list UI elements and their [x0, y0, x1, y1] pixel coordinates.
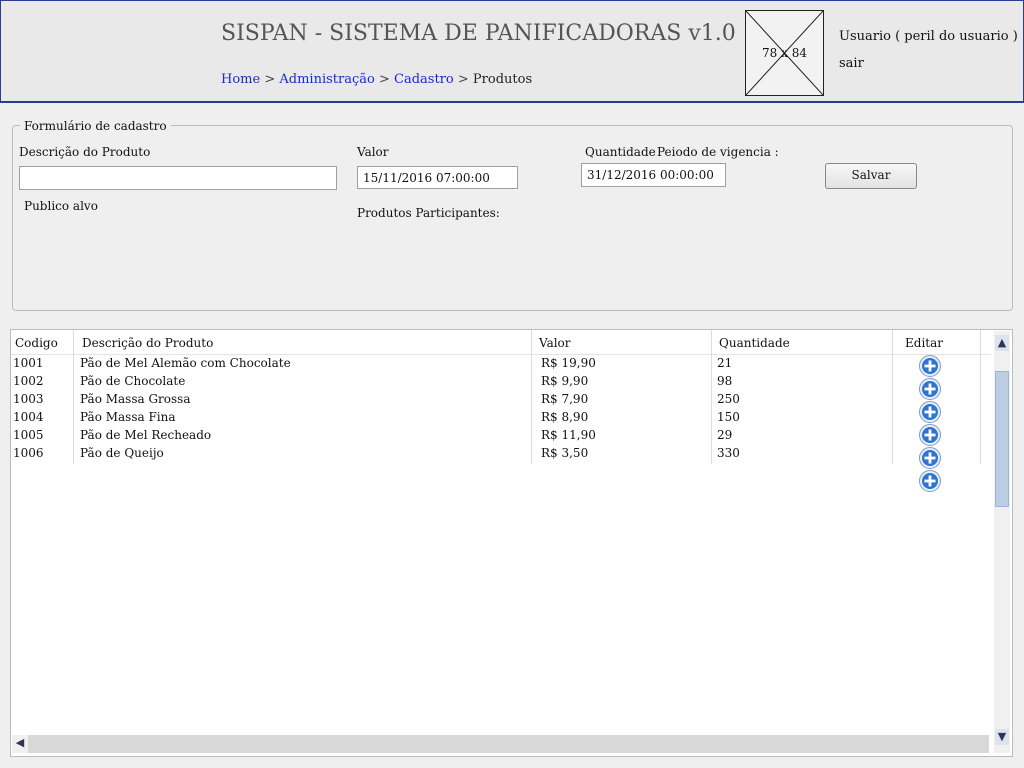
quantidade-label: Quantidade	[585, 145, 656, 159]
scroll-up-icon[interactable]: ▲	[995, 335, 1009, 351]
breadcrumb: Home > Administração > Cadastro > Produt…	[221, 72, 532, 87]
periodo-vigencia-input[interactable]	[581, 163, 726, 187]
breadcrumb-separator: >	[378, 72, 390, 87]
cell-descricao: Pão Massa Grossa	[80, 392, 191, 406]
cell-descricao: Pão de Mel Recheado	[80, 428, 212, 442]
cell-codigo: 1001	[13, 356, 44, 370]
user-profile-label: Usuario ( peril do usuario )	[839, 29, 1018, 44]
header-bar: SISPAN - SISTEMA DE PANIFICADORAS v1.0 H…	[0, 0, 1024, 103]
publico-alvo-label: Publico alvo	[24, 199, 98, 213]
cell-quantidade: 29	[717, 428, 733, 442]
plus-circle-icon[interactable]	[919, 424, 941, 446]
table-header: Codigo Descrição do Produto Valor Quanti…	[11, 330, 991, 355]
table-row[interactable]: 1003 Pão Massa Grossa R$ 7,90 250	[11, 391, 991, 409]
breadcrumb-cadastro-link[interactable]: Cadastro	[394, 72, 454, 87]
breadcrumb-home-link[interactable]: Home	[221, 72, 260, 87]
cell-valor: R$ 19,90	[541, 356, 596, 370]
breadcrumb-separator: >	[457, 72, 469, 87]
breadcrumb-admin-link[interactable]: Administração	[279, 72, 374, 87]
cell-codigo: 1006	[13, 446, 44, 460]
periodo-vigencia-label: Peiodo de vigencia :	[657, 145, 779, 159]
cell-valor: R$ 9,90	[541, 374, 589, 388]
column-header-quantidade[interactable]: Quantidade	[719, 336, 790, 350]
vertical-scroll-thumb[interactable]	[995, 371, 1009, 507]
cell-codigo: 1003	[13, 392, 44, 406]
valor-label: Valor	[357, 145, 389, 159]
user-image-placeholder: 78 x 84	[745, 10, 824, 96]
plus-circle-icon[interactable]	[919, 401, 941, 423]
cell-codigo: 1002	[13, 374, 44, 388]
cell-codigo: 1004	[13, 410, 44, 424]
column-header-codigo[interactable]: Codigo	[15, 336, 58, 350]
products-table: Codigo Descrição do Produto Valor Quanti…	[10, 329, 1013, 757]
cell-codigo: 1005	[13, 428, 44, 442]
cell-valor: R$ 3,50	[541, 446, 589, 460]
registration-form	[12, 125, 1013, 311]
plus-circle-icon[interactable]	[919, 470, 941, 492]
app-title: SISPAN - SISTEMA DE PANIFICADORAS v1.0	[221, 21, 736, 46]
scroll-down-icon[interactable]: ▼	[995, 729, 1009, 745]
table-row[interactable]: 1001 Pão de Mel Alemão com Chocolate R$ 19…	[11, 355, 991, 373]
vertical-scrollbar[interactable]: ▲ ▼	[994, 331, 1010, 753]
cell-quantidade: 98	[717, 374, 733, 388]
breadcrumb-current: Produtos	[472, 72, 533, 87]
logout-link[interactable]: sair	[839, 56, 864, 71]
scroll-left-icon[interactable]: ◀	[12, 735, 28, 753]
cell-quantidade: 330	[717, 446, 740, 460]
table-row[interactable]: 1005 Pão de Mel Recheado R$ 11,90 29	[11, 427, 991, 445]
table-row[interactable]: 1002 Pão de Chocolate R$ 9,90 98	[11, 373, 991, 391]
cell-quantidade: 21	[717, 356, 733, 370]
cell-descricao: Pão de Queijo	[80, 446, 164, 460]
table-row[interactable]: 1006 Pão de Queijo R$ 3,50 330	[11, 445, 991, 463]
cell-quantidade: 150	[717, 410, 740, 424]
cell-valor: R$ 8,90	[541, 410, 589, 424]
descricao-label: Descrição do Produto	[19, 145, 151, 159]
plus-circle-icon[interactable]	[919, 355, 941, 377]
breadcrumb-separator: >	[264, 72, 276, 87]
produtos-participantes-label: Produtos Participantes:	[357, 206, 500, 220]
cell-descricao: Pão de Mel Alemão com Chocolate	[80, 356, 291, 370]
column-header-valor[interactable]: Valor	[539, 336, 571, 350]
table-row[interactable]: 1004 Pão Massa Fina R$ 8,90 150	[11, 409, 991, 427]
cell-descricao: Pão de Chocolate	[80, 374, 186, 388]
cell-descricao: Pão Massa Fina	[80, 410, 176, 424]
plus-circle-icon[interactable]	[919, 378, 941, 400]
horizontal-scrollbar[interactable]: ◀	[12, 735, 989, 753]
descricao-input[interactable]	[19, 166, 337, 190]
form-legend: Formulário de cadastro	[20, 119, 171, 133]
cell-valor: R$ 11,90	[541, 428, 596, 442]
column-header-descricao[interactable]: Descrição do Produto	[82, 336, 213, 350]
image-placeholder-label: 78 x 84	[762, 46, 807, 60]
valor-input[interactable]	[357, 166, 518, 189]
column-header-editar[interactable]: Editar	[905, 336, 943, 350]
cell-valor: R$ 7,90	[541, 392, 589, 406]
save-button[interactable]: Salvar	[825, 163, 917, 189]
cell-quantidade: 250	[717, 392, 740, 406]
plus-circle-icon[interactable]	[919, 447, 941, 469]
